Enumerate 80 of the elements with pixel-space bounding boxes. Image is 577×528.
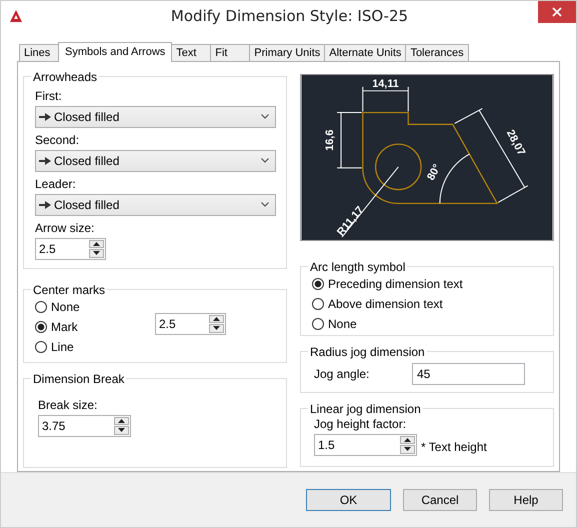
- tab[interactable]: Text: [171, 44, 212, 61]
- chevron-icon: [261, 114, 269, 120]
- radio-label[interactable]: None: [51, 300, 80, 314]
- radio-label[interactable]: Mark: [51, 320, 78, 334]
- dropdown-value: Closed filled: [54, 154, 120, 168]
- group-title: Center marks: [32, 282, 106, 297]
- spin-value[interactable]: 2.5: [36, 238, 88, 259]
- dimension-label: 16,6: [324, 129, 336, 150]
- tab[interactable]: Tolerances: [405, 44, 469, 61]
- chevron-icon: [261, 158, 269, 164]
- radio-label[interactable]: None: [328, 316, 357, 331]
- spin-up-button[interactable]: [400, 436, 415, 444]
- chevron-icon: [261, 202, 269, 208]
- radio-button[interactable]: [35, 340, 47, 353]
- up-arrow-icon: [213, 316, 220, 321]
- radio-button[interactable]: [312, 278, 324, 290]
- tab[interactable]: Symbols and Arrows: [58, 42, 172, 62]
- dialog-button[interactable]: OK: [306, 488, 391, 511]
- close-button[interactable]: [538, 1, 576, 23]
- field-label: Leader:: [35, 176, 77, 191]
- radio-button[interactable]: [312, 298, 324, 310]
- group-title: Arrowheads: [32, 70, 98, 84]
- window-title: Modify Dimension Style: ISO-25: [170, 6, 410, 25]
- group-title: Linear jog dimension: [309, 402, 422, 416]
- spin-box[interactable]: 1.5: [314, 434, 417, 456]
- spin-box[interactable]: 3.75: [38, 414, 131, 437]
- down-arrow-icon: [213, 326, 220, 330]
- radio-button[interactable]: [35, 300, 47, 313]
- spin-up-button[interactable]: [89, 240, 104, 248]
- input-field[interactable]: 45: [412, 362, 525, 385]
- group-title: Dimension Break: [32, 372, 126, 386]
- spin-box[interactable]: 2.5: [35, 238, 106, 260]
- tab[interactable]: Alternate Units: [324, 44, 406, 61]
- down-arrow-icon: [404, 447, 411, 452]
- radio-label[interactable]: Preceding dimension text: [328, 276, 463, 291]
- field-label: First:: [35, 88, 63, 103]
- down-arrow-icon: [93, 251, 100, 256]
- dropdown-value: Closed filled: [54, 198, 120, 212]
- dimension-label: 80°: [425, 162, 444, 182]
- dimension-label: 14,11: [372, 78, 399, 90]
- radio-label[interactable]: Line: [51, 340, 74, 354]
- down-arrow-icon: [118, 428, 125, 432]
- radio-label[interactable]: Above dimension text: [328, 296, 443, 311]
- unit-label: * Text height: [421, 439, 487, 454]
- up-arrow-icon: [93, 242, 100, 246]
- spin-up-button[interactable]: [209, 314, 224, 324]
- spin-down-button[interactable]: [114, 426, 129, 435]
- tab[interactable]: Fit: [210, 44, 250, 61]
- spin-down-button[interactable]: [209, 324, 224, 333]
- field-label: Jog height factor:: [314, 416, 408, 431]
- spin-value[interactable]: 1.5: [315, 434, 399, 455]
- tab[interactable]: Primary Units: [249, 44, 326, 61]
- group-title: Arc length symbol: [309, 260, 406, 274]
- spin-down-button[interactable]: [89, 249, 104, 258]
- radio-button[interactable]: [312, 318, 324, 330]
- arrowhead-icon: [39, 156, 51, 165]
- group-title: Radius jog dimension: [309, 344, 426, 359]
- dropdown[interactable]: Closed filled: [35, 150, 276, 172]
- field-label: Break size:: [38, 398, 98, 412]
- dropdown[interactable]: Closed filled: [35, 194, 276, 216]
- app-logo-icon: [9, 8, 23, 23]
- spin-box[interactable]: 2.5: [155, 312, 226, 335]
- field-label: Second:: [35, 132, 80, 147]
- up-arrow-icon: [404, 438, 411, 442]
- dropdown[interactable]: Closed filled: [35, 106, 276, 128]
- arrowhead-icon: [39, 112, 51, 121]
- arrowhead-icon: [39, 200, 51, 209]
- spin-up-button[interactable]: [114, 416, 129, 426]
- up-arrow-icon: [118, 418, 125, 423]
- field-label: Arrow size:: [35, 220, 96, 235]
- field-label: Jog angle:: [314, 366, 370, 381]
- close-icon: [552, 7, 562, 17]
- tab[interactable]: Lines: [19, 44, 59, 61]
- dialog-button[interactable]: Cancel: [403, 488, 477, 511]
- spin-down-button[interactable]: [400, 445, 415, 454]
- spin-value[interactable]: 3.75: [39, 416, 113, 436]
- dropdown-value: Closed filled: [54, 110, 120, 124]
- spin-value[interactable]: 2.5: [156, 314, 208, 334]
- dialog-button[interactable]: Help: [489, 488, 563, 511]
- radio-button[interactable]: [35, 320, 47, 333]
